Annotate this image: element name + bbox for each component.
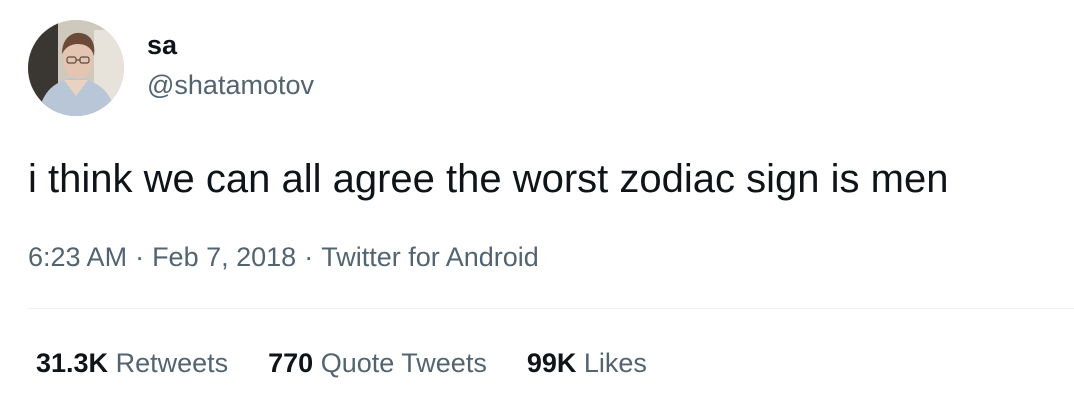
tweet-date-link[interactable]: Feb 7, 2018 (152, 242, 296, 272)
avatar[interactable] (28, 20, 124, 116)
tweet-text: i think we can all agree the worst zodia… (28, 157, 949, 201)
tweet-card: sa @shatamotov i think we can all agree … (0, 0, 1074, 412)
user-handle[interactable]: @shatamotov (147, 68, 314, 102)
likes-count: 99K (526, 348, 577, 378)
tweet-metadata: 6:23 AM · Feb 7, 2018 · Twitter for Android (28, 240, 539, 274)
quote-tweets-count: 770 (268, 348, 314, 378)
tweet-time-link[interactable]: 6:23 AM (28, 242, 127, 272)
tweet-source: Twitter for Android (321, 242, 539, 272)
retweets-count: 31.3K (36, 348, 109, 378)
tweet-header: sa @shatamotov (28, 20, 314, 116)
likes-label: Likes (583, 348, 647, 378)
separator-dot: · (135, 242, 145, 272)
retweets-stat[interactable]: 31.3K Retweets (36, 346, 228, 380)
divider (28, 308, 1074, 309)
quote-tweets-stat[interactable]: 770 Quote Tweets (268, 346, 487, 380)
tweet-stats: 31.3K Retweets 770 Quote Tweets 99K Like… (36, 346, 687, 380)
separator-dot: · (304, 242, 314, 272)
author-names: sa @shatamotov (147, 30, 314, 102)
quote-tweets-label: Quote Tweets (320, 348, 487, 378)
tweet-time: 6:23 AM (28, 242, 128, 272)
tweet-date: Feb 7, 2018 (152, 242, 297, 272)
avatar-photo (28, 20, 124, 116)
likes-stat[interactable]: 99K Likes (527, 346, 647, 380)
tweet-source-link[interactable]: Twitter for Android (321, 242, 539, 272)
retweets-label: Retweets (115, 348, 229, 378)
display-name[interactable]: sa (147, 28, 314, 62)
